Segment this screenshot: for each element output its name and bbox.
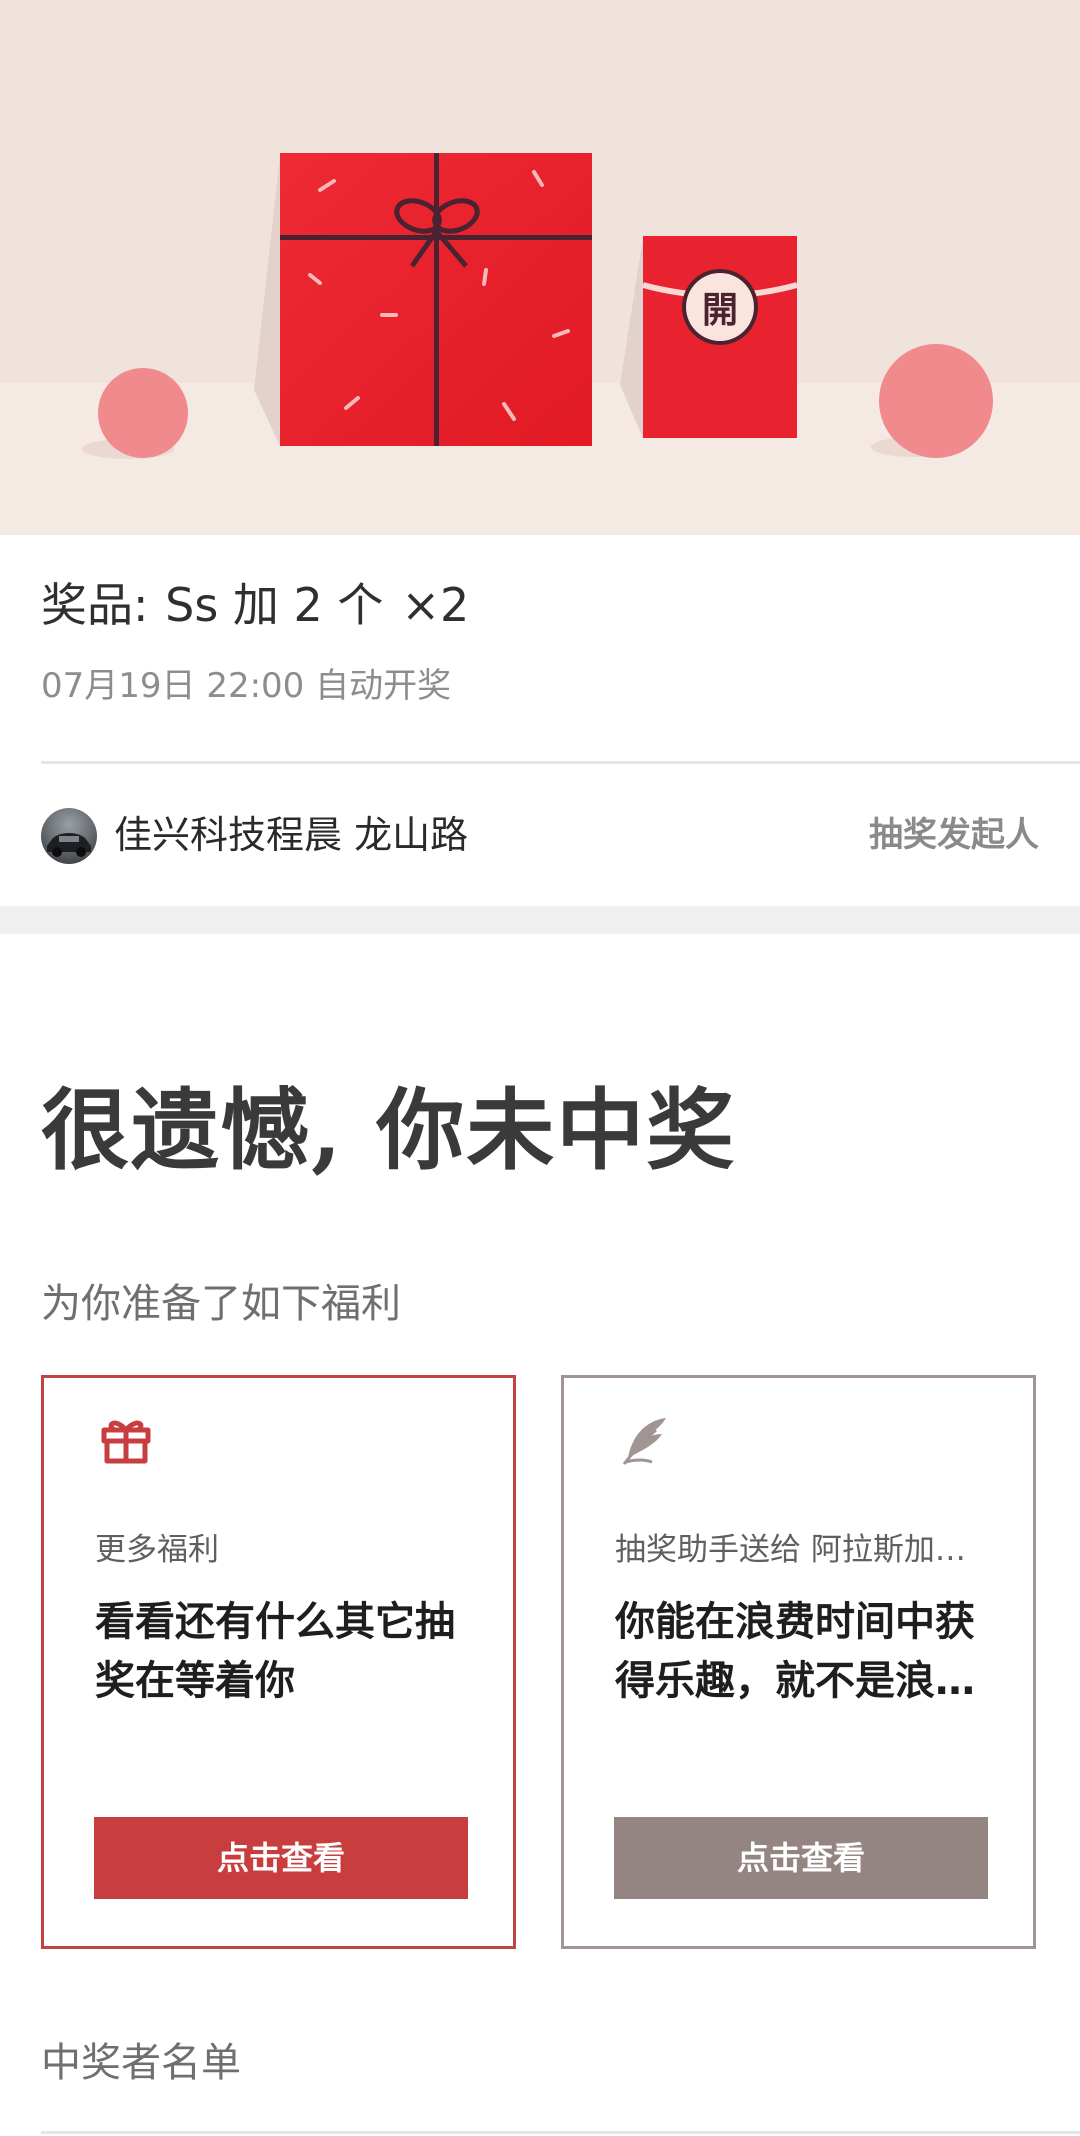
benefit-card-quote[interactable]: 抽奖助手送给 阿拉斯加… 你能在浪费时间中获得乐趣，就不是浪… 点击查看 — [561, 1375, 1036, 1949]
prize-quantity: ×2 — [401, 578, 470, 632]
sponsor-role-label: 抽奖发起人 — [869, 815, 1039, 855]
card-description: 你能在浪费时间中获得乐趣，就不是浪… — [615, 1599, 975, 1704]
car-icon — [47, 833, 91, 857]
winners-list-title: 中奖者名单 — [41, 2040, 241, 2086]
section-separator — [0, 906, 1080, 934]
divider — [41, 2131, 1080, 2134]
sponsor-name[interactable]: 佳兴科技程晨 龙山路 — [114, 809, 468, 861]
gift-scene: 開 — [82, 153, 993, 459]
prize-separator: : — [133, 578, 149, 632]
benefit-card-more[interactable]: 更多福利 看看还有什么其它抽奖在等着你 点击查看 — [41, 1375, 516, 1949]
avatar[interactable] — [41, 808, 97, 864]
gift-box — [254, 153, 592, 446]
hero-illustration: 開 — [0, 0, 1080, 535]
gift-icon — [98, 1412, 154, 1468]
lottery-result-page: 開 奖品: Ss 加 2 个 ×2 07月19日 22:00 自动开奖 佳兴科技程… — [0, 0, 1080, 2136]
pink-ball-left — [98, 368, 188, 458]
red-packet: 開 — [620, 236, 798, 438]
view-more-button[interactable]: 点击查看 — [94, 1817, 468, 1899]
pink-ball-right — [879, 344, 993, 458]
card-label: 更多福利 — [95, 1532, 219, 1568]
sponsor-row[interactable]: 佳兴科技程晨 龙山路 抽奖发起人 — [0, 764, 1080, 906]
prize-label: 奖品 — [41, 578, 133, 632]
view-quote-button[interactable]: 点击查看 — [614, 1817, 988, 1899]
red-packet-char: 開 — [702, 289, 738, 331]
card-label: 抽奖助手送给 阿拉斯加… — [615, 1532, 966, 1568]
feather-icon — [618, 1412, 674, 1468]
benefits-subtitle: 为你准备了如下福利 — [41, 1281, 401, 1327]
draw-time: 07月19日 22:00 自动开奖 — [41, 666, 452, 706]
card-description: 看看还有什么其它抽奖在等着你 — [95, 1599, 455, 1704]
result-heading: 很遗憾, 你未中奖 — [41, 1078, 737, 1182]
prize-name: Ss 加 2 个 — [165, 578, 384, 632]
prize-title: 奖品: Ss 加 2 个 ×2 — [41, 575, 469, 635]
